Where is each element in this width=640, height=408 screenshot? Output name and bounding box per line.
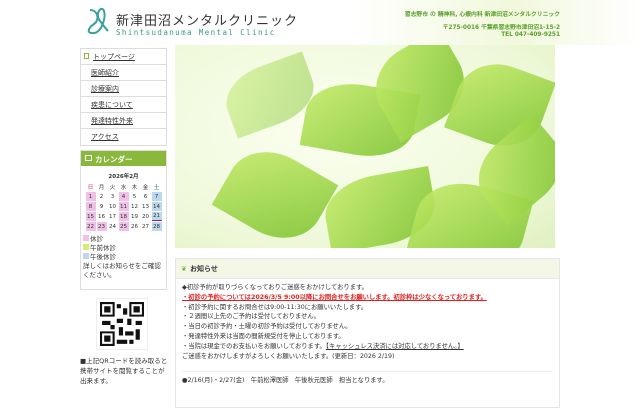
- calendar-day: 4: [118, 192, 129, 201]
- news-line: ・２週間以上先のご予約は受付しておりません。: [182, 313, 320, 321]
- sidebar-nav: トップページ 医師紹介 診療案内 疾患について 発達特性外来 アクセス: [80, 48, 167, 146]
- calendar-widget: カレンダー 2026年2月 日月火水木金土 1 2 3 4 5 6 7 8 9 10 11 12 13 14…: [80, 150, 167, 290]
- news-line: ・当院は現金でのお支払いをお願いしております。: [182, 342, 326, 350]
- news-line: ・当日の初診予約・土曜の初診予約は受付しておりません。: [182, 323, 352, 331]
- news-heading: お知らせ: [190, 265, 218, 273]
- calendar-day: 27: [142, 223, 149, 230]
- nav-developmental[interactable]: 発達特性外来: [81, 113, 166, 129]
- news-line: ◆初診予約が取りづらくなっておりご迷惑をおかけしております。: [182, 284, 368, 291]
- home-icon: [84, 53, 89, 59]
- nav-services[interactable]: 診療案内: [81, 81, 166, 97]
- weekday-header: 木: [131, 184, 138, 191]
- qr-code-icon: [100, 302, 144, 346]
- calendar-day: 7: [151, 192, 162, 201]
- news-line: ●2/16(月)・2/27(金) 午前松澤医師 午後秋元医師 担当となります。: [182, 377, 389, 385]
- nav-access[interactable]: アクセス: [81, 129, 166, 145]
- calendar-day: 6: [143, 193, 148, 200]
- site-title[interactable]: 新津田沼メンタルクリニック: [116, 10, 298, 29]
- calendar-day: 8: [85, 202, 96, 211]
- calendar-day: 3: [110, 193, 115, 200]
- calendar-day: 28: [151, 222, 162, 231]
- calendar-day: 18: [118, 212, 129, 221]
- calendar-day: 22: [85, 222, 96, 231]
- legend-pm-closed: 午後休診: [90, 253, 116, 261]
- calendar-legend: 休診 午前休診 午後休診 詳しくはお知らせをご確認ください。: [81, 232, 166, 280]
- legend-swatch: [83, 253, 89, 259]
- leaf-icon: ❦: [181, 265, 187, 273]
- weekday-header: 金: [142, 184, 149, 191]
- calendar-day: 5: [132, 193, 137, 200]
- clinic-logo-icon: [87, 7, 109, 35]
- legend-swatch: [83, 235, 89, 241]
- weekday-header: 土: [153, 184, 160, 191]
- news-line-important: ・初診の予約については2026/3/5 9:00以降にお問合せをお願いします。初…: [182, 293, 487, 301]
- nav-label: トップページ: [93, 53, 135, 61]
- calendar-table: 日月火水木金土 1 2 3 4 5 6 7 8 9 10 11 12 13 14 15 16 17 18 19 20 21…: [85, 181, 163, 232]
- weekday-header: 日: [87, 184, 94, 191]
- news-body: ◆初診予約が取りづらくなっておりご迷惑をおかけしております。 ・初診の予約につい…: [176, 279, 559, 390]
- calendar-day: 24: [109, 223, 116, 230]
- calendar-day: 23: [96, 222, 107, 231]
- calendar-day: 12: [131, 203, 138, 210]
- calendar-day: 25: [118, 222, 129, 231]
- calendar-day: 20: [142, 213, 149, 220]
- hero-image-leaves: [175, 45, 555, 248]
- qr-note: ■上記QRコードを読み取ると携帯サイトを閲覧することが出来ます。: [80, 357, 168, 385]
- legend-closed: 休診: [90, 235, 103, 243]
- nav-top-page[interactable]: トップページ: [81, 49, 166, 65]
- weekday-header: 月: [98, 184, 105, 191]
- calendar-day: 1: [85, 192, 96, 201]
- legend-swatch: [83, 244, 89, 250]
- calendar-day: 16: [98, 213, 105, 220]
- weekday-header: 火: [109, 184, 116, 191]
- tagline: 習志野市 の 精神科, 心療内科 新津田沼メンタルクリニック: [404, 12, 560, 18]
- calendar-month: 2026年2月: [108, 174, 139, 180]
- calendar-day: 21: [151, 212, 162, 221]
- calendar-day: 13: [142, 203, 149, 210]
- divider: [182, 371, 553, 373]
- calendar-icon: [85, 155, 92, 161]
- calendar-day: 26: [131, 223, 138, 230]
- nav-disorders[interactable]: 疾患について: [81, 97, 166, 113]
- telephone: TEL 047-409-9251: [501, 32, 560, 38]
- calendar-header: カレンダー: [81, 151, 166, 166]
- news-line: ・初診予約に関するお問合せは9:00-11:30にお願いいたします。: [182, 303, 368, 311]
- weekday-header: 水: [120, 184, 127, 191]
- calendar-day: 14: [151, 202, 162, 211]
- news-panel: ❦ お知らせ ◆初診予約が取りづらくなっておりご迷惑をおかけしております。 ・初診…: [175, 258, 560, 408]
- address: 〒275-0016 千葉県習志野市津田沼1-15-2: [442, 25, 560, 31]
- calendar-day: 9: [99, 203, 104, 210]
- news-header: ❦ お知らせ: [176, 259, 559, 279]
- nav-doctors[interactable]: 医師紹介: [81, 65, 166, 81]
- news-line: ご迷惑をおかけしますがよろしくお願いいたします。(更新日：2026 2/19): [182, 352, 395, 360]
- legend-am-closed: 午前休診: [90, 244, 116, 252]
- calendar-day: 2: [99, 193, 104, 200]
- calendar-day: 19: [131, 213, 138, 220]
- calendar-day: 11: [118, 202, 129, 211]
- calendar-note: 詳しくはお知らせをご確認ください。: [83, 262, 161, 279]
- calendar-day: 10: [109, 203, 116, 210]
- site-header: 新津田沼メンタルクリニック Shintsudanuma Mental Clini…: [0, 0, 640, 45]
- calendar-day: 17: [109, 213, 116, 220]
- news-line-cashless: 【キャッシュレス決済には対応しておりません。】: [325, 342, 464, 350]
- site-title-en: Shintsudanuma Mental Clinic: [116, 28, 276, 37]
- news-line: ・発達特性外来は当面の間新規受付を停止しております。: [182, 332, 345, 340]
- calendar-heading: カレンダー: [95, 155, 133, 164]
- calendar-day: 15: [85, 212, 96, 221]
- qr-code: [96, 298, 148, 350]
